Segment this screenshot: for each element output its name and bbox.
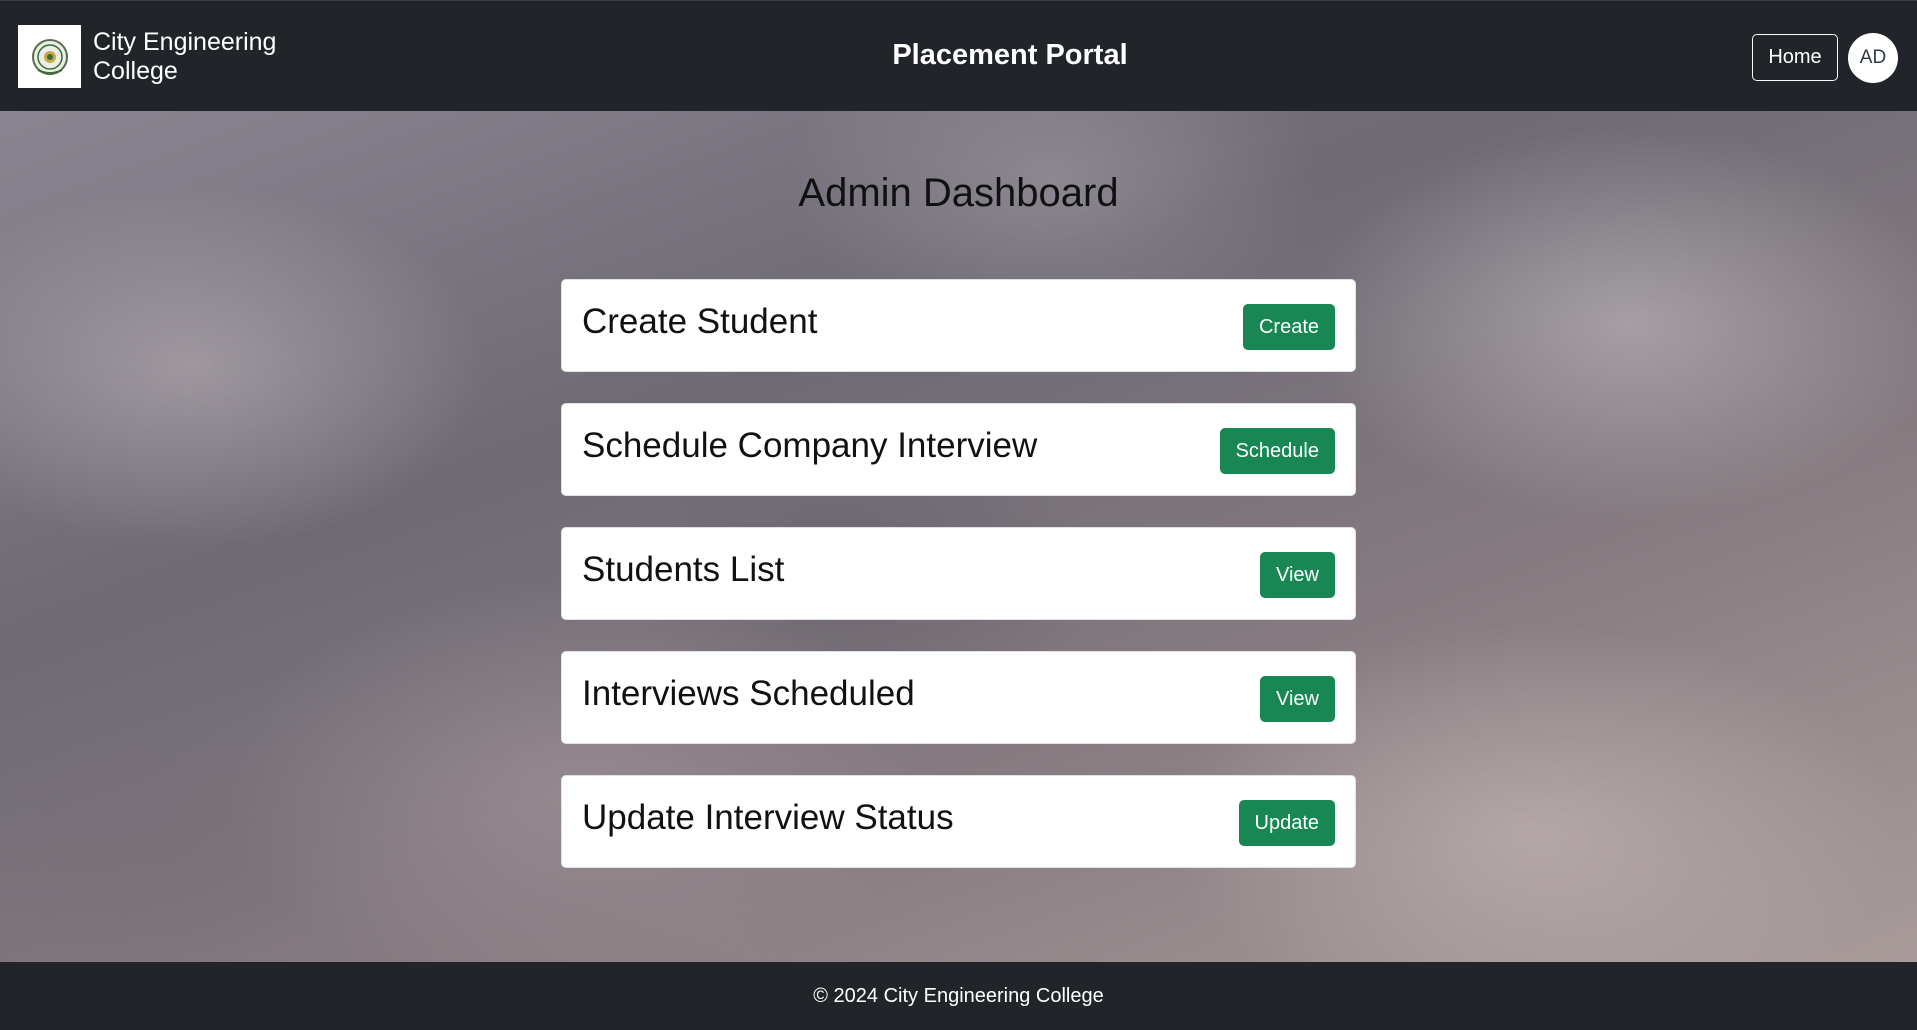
navbar: City Engineering College Placement Porta… bbox=[0, 0, 1917, 111]
view-interviews-button[interactable]: View bbox=[1260, 676, 1335, 722]
create-student-button[interactable]: Create bbox=[1242, 304, 1335, 350]
card-students-list: Students List View bbox=[561, 527, 1356, 620]
footer-text: © 2024 City Engineering College bbox=[813, 984, 1104, 1007]
card-interviews-scheduled: Interviews Scheduled View bbox=[561, 651, 1356, 744]
card-schedule-interview: Schedule Company Interview Schedule bbox=[561, 403, 1356, 496]
card-title: Schedule Company Interview bbox=[582, 426, 1038, 465]
card-title: Update Interview Status bbox=[582, 798, 954, 837]
page-title: Admin Dashboard bbox=[798, 171, 1119, 215]
update-status-button[interactable]: Update bbox=[1238, 800, 1335, 846]
card-update-status: Update Interview Status Update bbox=[561, 775, 1356, 868]
view-students-button[interactable]: View bbox=[1260, 552, 1335, 598]
user-avatar[interactable]: AD bbox=[1848, 33, 1898, 83]
footer: © 2024 City Engineering College bbox=[0, 962, 1917, 1030]
card-create-student: Create Student Create bbox=[561, 279, 1356, 372]
card-title: Students List bbox=[582, 550, 785, 589]
dashboard-main: Admin Dashboard Create Student Create Sc… bbox=[0, 111, 1917, 962]
schedule-interview-button[interactable]: Schedule bbox=[1219, 428, 1335, 474]
card-title: Interviews Scheduled bbox=[582, 674, 915, 713]
home-button[interactable]: Home bbox=[1752, 34, 1838, 81]
portal-title: Placement Portal bbox=[892, 39, 1128, 71]
card-title: Create Student bbox=[582, 302, 818, 341]
